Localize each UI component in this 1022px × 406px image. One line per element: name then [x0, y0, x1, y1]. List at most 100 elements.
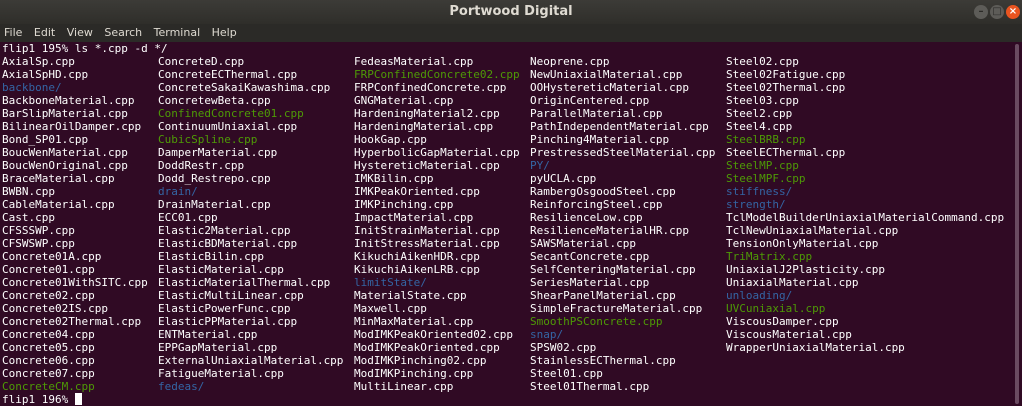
file-entry: PrestressedSteelMaterial.cpp	[530, 146, 716, 159]
file-entry: Concrete01WithSITC.cpp	[2, 276, 148, 289]
file-entry: SmoothPSConcrete.cpp	[530, 315, 663, 328]
menu-edit[interactable]: Edit	[34, 24, 55, 39]
file-entry: SteelBRB.cpp	[726, 133, 806, 146]
directory-entry: snap/	[530, 328, 564, 341]
file-entry: PathIndependentMaterial.cpp	[530, 120, 709, 133]
file-entry: Concrete02.cpp	[2, 289, 95, 302]
file-entry: CFSSSWP.cpp	[2, 224, 75, 237]
maximize-button[interactable]: □	[990, 5, 1004, 19]
menu-terminal[interactable]: Terminal	[154, 24, 201, 39]
file-entry: InitStrainMaterial.cpp	[354, 224, 500, 237]
file-entry: Concrete01A.cpp	[2, 250, 102, 263]
file-entry: Cast.cpp	[2, 211, 55, 224]
file-entry: ElasticMaterial.cpp	[158, 263, 284, 276]
file-entry: ReinforcingSteel.cpp	[530, 198, 663, 211]
scrollbar[interactable]	[1012, 42, 1022, 406]
file-entry: Concrete06.cpp	[2, 354, 95, 367]
file-entry: SPSW02.cpp	[530, 341, 597, 354]
listing-column-1: AxialSp.cpp AxialSpHD.cpp backbone/Backbon…	[2, 55, 148, 393]
file-entry: KikuchiAikenLRB.cpp	[354, 263, 480, 276]
file-entry: SteelMP.cpp	[726, 159, 799, 172]
file-entry: MultiLinear.cpp	[354, 380, 454, 393]
file-entry: SecantConcrete.cpp	[530, 250, 650, 263]
file-entry: Concrete05.cpp	[2, 341, 95, 354]
file-entry: Bond_SP01.cpp	[2, 133, 89, 146]
file-entry: DoddRestr.cpp	[158, 159, 245, 172]
scrollbar-thumb[interactable]	[1015, 44, 1019, 404]
file-entry: HardeningMaterial.cpp	[354, 120, 494, 133]
file-entry: KikuchiAikenHDR.cpp	[354, 250, 480, 263]
file-entry: ECC01.cpp	[158, 211, 218, 224]
file-entry: ModIMKPeakOriented02.cpp	[354, 328, 513, 341]
file-entry: ParallelMaterial.cpp	[530, 107, 663, 120]
command-line: flip1 195% ls *.cpp -d */	[2, 42, 168, 55]
file-entry: HyperbolicGapMaterial.cpp	[354, 146, 520, 159]
listing-column-4: Neoprene.cpp NewUniaxialMaterial.cpp OOHys…	[530, 55, 715, 393]
file-entry: ViscousDamper.cpp	[726, 315, 839, 328]
directory-entry: strength/	[726, 198, 786, 211]
file-entry: FatigueMaterial.cpp	[158, 367, 284, 380]
file-entry: IMKPeakOriented.cpp	[354, 185, 480, 198]
file-entry: IMKPinching.cpp	[354, 198, 454, 211]
file-entry: BWBN.cpp	[2, 185, 55, 198]
window-titlebar[interactable]: Portwood Digital – □ ×	[0, 0, 1022, 24]
file-entry: ViscousMaterial.cpp	[726, 328, 852, 341]
file-entry: Steel02Fatigue.cpp	[726, 68, 846, 81]
file-entry: TclNewUniaxialMaterial.cpp	[726, 224, 899, 237]
menu-file[interactable]: File	[4, 24, 22, 39]
file-entry: Concrete02Thermal.cpp	[2, 315, 142, 328]
file-entry: MaterialState.cpp	[354, 289, 467, 302]
file-entry: FRPConfinedConcrete.cpp	[354, 81, 507, 94]
terminal-output[interactable]: flip1 195% ls *.cpp -d */ AxialSp.cpp Axi…	[0, 42, 1012, 406]
file-entry: Neoprene.cpp	[530, 55, 610, 68]
menu-view[interactable]: View	[67, 24, 93, 39]
file-entry: ElasticMaterialThermal.cpp	[158, 276, 331, 289]
file-entry: BarSlipMaterial.cpp	[2, 107, 128, 120]
file-entry: TriMatrix.cpp	[726, 250, 813, 263]
file-entry: HardeningMaterial2.cpp	[354, 107, 500, 120]
listing-column-3: FedeasMaterial.cpp FRPConfinedConcrete02.…	[354, 55, 520, 393]
file-entry: Steel01Thermal.cpp	[530, 380, 650, 393]
file-entry: Dodd_Restrepo.cpp	[158, 172, 271, 185]
file-entry: ResilienceMaterialHR.cpp	[530, 224, 689, 237]
directory-entry: backbone/	[2, 81, 62, 94]
file-entry: BoucWenMaterial.cpp	[2, 146, 128, 159]
file-entry: ConcreteECThermal.cpp	[158, 68, 298, 81]
directory-entry: drain/	[158, 185, 198, 198]
file-entry: NewUniaxialMaterial.cpp	[530, 68, 683, 81]
file-entry: HystereticMaterial.cpp	[354, 159, 500, 172]
file-entry: TensionOnlyMaterial.cpp	[726, 237, 879, 250]
file-entry: ElasticBDMaterial.cpp	[158, 237, 298, 250]
file-entry: IMKBilin.cpp	[354, 172, 434, 185]
file-entry: DrainMaterial.cpp	[158, 198, 271, 211]
file-entry: Concrete02IS.cpp	[2, 302, 108, 315]
file-entry: ModIMKPinching02.cpp	[354, 354, 487, 367]
file-entry: UVCuniaxial.cpp	[726, 302, 826, 315]
file-entry: ShearPanelMaterial.cpp	[530, 289, 676, 302]
menu-help[interactable]: Help	[212, 24, 237, 39]
text-cursor	[74, 393, 82, 405]
file-entry: ConcreteD.cpp	[158, 55, 245, 68]
file-entry: SteelECThermal.cpp	[726, 146, 846, 159]
file-entry: CFSWSWP.cpp	[2, 237, 75, 250]
prompt-line[interactable]: flip1 196%	[2, 393, 82, 406]
close-button[interactable]: ×	[1006, 5, 1020, 19]
file-entry: BilinearOilDamper.cpp	[2, 120, 142, 133]
minimize-button[interactable]: –	[974, 5, 988, 19]
file-entry: ElasticMultiLinear.cpp	[158, 289, 304, 302]
file-entry: Steel02.cpp	[726, 55, 799, 68]
file-entry: Steel03.cpp	[726, 94, 799, 107]
file-entry: SelfCenteringMaterial.cpp	[530, 263, 696, 276]
file-entry: ENTMaterial.cpp	[158, 328, 258, 341]
file-entry: DamperMaterial.cpp	[158, 146, 278, 159]
file-entry: ElasticPowerFunc.cpp	[158, 302, 291, 315]
file-entry: HookGap.cpp	[354, 133, 427, 146]
file-entry: WrapperUniaxialMaterial.cpp	[726, 341, 905, 354]
file-entry: OOHystereticMaterial.cpp	[530, 81, 689, 94]
file-entry: SAWSMaterial.cpp	[530, 237, 636, 250]
file-entry: CubicSpline.cpp	[158, 133, 258, 146]
file-entry: ContinuumUniaxial.cpp	[158, 120, 298, 133]
menu-search[interactable]: Search	[104, 24, 142, 39]
file-entry: CableMaterial.cpp	[2, 198, 115, 211]
listing-column-5: Steel02.cpp Steel02Fatigue.cpp Steel02Ther…	[726, 55, 1004, 354]
